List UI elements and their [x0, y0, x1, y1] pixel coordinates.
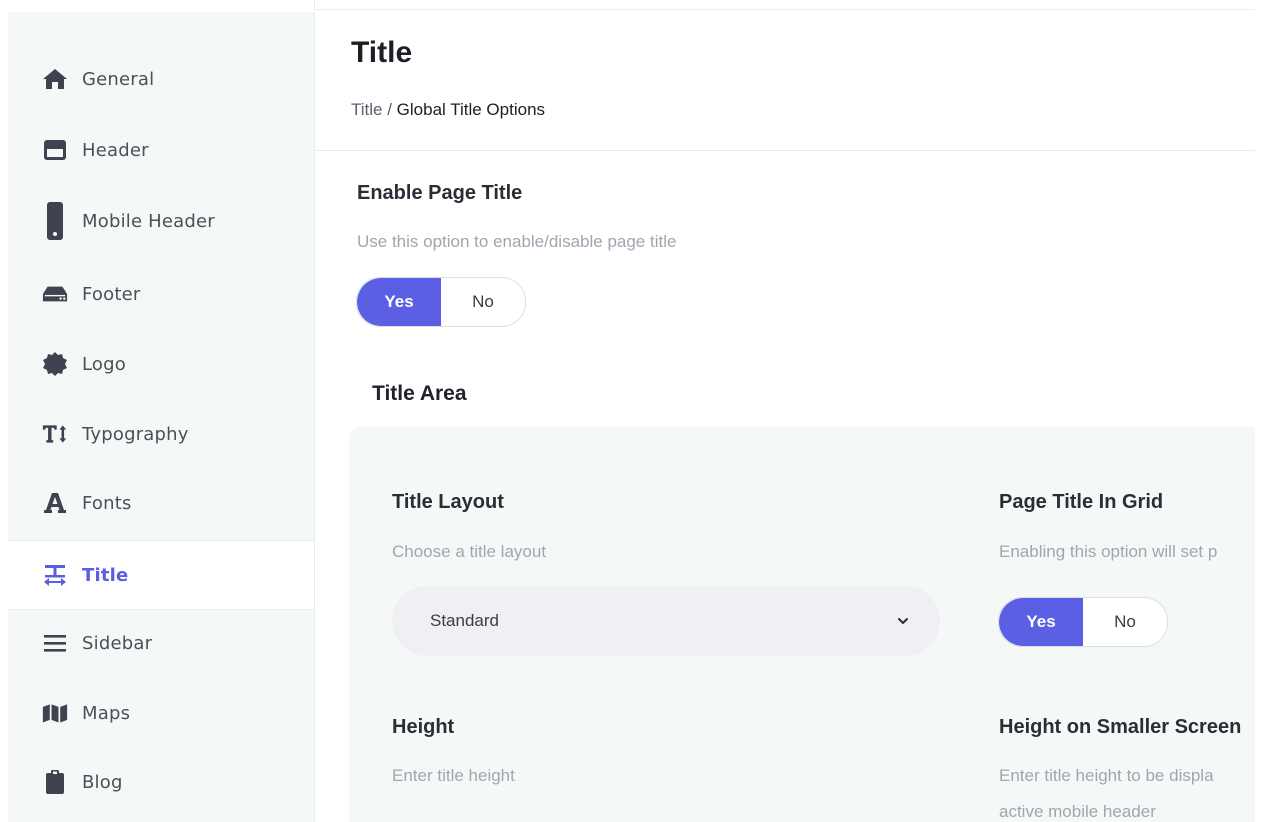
enable-page-title-heading: Enable Page Title — [357, 182, 523, 204]
sidebar-item-label: Blog — [82, 771, 123, 793]
sidebar-item-label: Fonts — [82, 492, 132, 514]
map-icon — [42, 700, 68, 726]
sidebar-item-label: Sidebar — [82, 632, 153, 654]
sidebar-item-blog[interactable]: Blog — [8, 748, 314, 816]
breadcrumb: Title / Global Title Options — [351, 100, 545, 120]
viewport-edge — [1255, 0, 1261, 822]
sidebar-item-label: Maps — [82, 702, 131, 724]
sidebar-item-label: Header — [82, 139, 149, 161]
height-heading: Height — [392, 716, 455, 738]
mobile-icon — [42, 202, 68, 240]
title-layout-description: Choose a title layout — [392, 542, 547, 561]
breadcrumb-parent[interactable]: Title — [351, 100, 383, 119]
breadcrumb-separator: / — [382, 100, 397, 119]
title-layout-heading: Title Layout — [392, 491, 504, 513]
bars-icon — [42, 630, 68, 656]
clipboard-icon — [42, 769, 68, 795]
toggle-yes-option[interactable]: Yes — [999, 598, 1083, 646]
page-title-in-grid-description: Enabling this option will set p — [999, 542, 1218, 561]
sidebar-item-label: Logo — [82, 353, 126, 375]
sidebar-item-label: General — [82, 68, 155, 90]
text-height-icon — [42, 421, 68, 447]
height-smaller-screen-description: Enter title height to be displa — [999, 766, 1214, 785]
title-align-icon — [42, 562, 68, 588]
page-title-in-grid-toggle[interactable]: Yes No — [998, 597, 1168, 647]
height-description: Enter title height — [392, 766, 515, 785]
sidebar-item-general[interactable]: General — [8, 45, 314, 113]
page-title: Title — [351, 36, 413, 69]
select-value: Standard — [430, 611, 499, 630]
header-icon — [42, 137, 68, 163]
sidebar-item-label: Title — [82, 564, 129, 586]
sidebar-item-fonts[interactable]: Fonts — [8, 469, 314, 537]
sidebar-item-typography[interactable]: Typography — [8, 400, 314, 468]
title-area-heading: Title Area — [372, 382, 467, 405]
title-layout-select[interactable]: Standard — [392, 586, 940, 656]
sidebar-item-label: Mobile Header — [82, 210, 215, 232]
height-smaller-screen-description-cont: active mobile header — [999, 802, 1156, 821]
sidebar-item-sidebar[interactable]: Sidebar — [8, 609, 314, 677]
font-icon — [42, 490, 68, 516]
toggle-yes-option[interactable]: Yes — [357, 278, 441, 326]
settings-sidebar: General Header Mobile Header Footer Logo… — [8, 12, 315, 822]
home-icon — [42, 66, 68, 92]
page-title-in-grid-heading: Page Title In Grid — [999, 491, 1164, 513]
chevron-down-icon — [894, 612, 912, 630]
breadcrumb-current: Global Title Options — [396, 100, 546, 119]
enable-page-title-description: Use this option to enable/disable page t… — [357, 232, 677, 251]
sidebar-item-maps[interactable]: Maps — [8, 679, 314, 747]
page-header — [315, 0, 1255, 151]
enable-page-title-toggle[interactable]: Yes No — [356, 277, 526, 327]
footer-icon — [42, 281, 68, 307]
toggle-no-option[interactable]: No — [441, 278, 525, 326]
sidebar-item-label: Footer — [82, 283, 141, 305]
height-smaller-screen-heading: Height on Smaller Screen — [999, 716, 1242, 738]
sidebar-item-logo[interactable]: Logo — [8, 330, 314, 398]
sidebar-item-header[interactable]: Header — [8, 116, 314, 184]
badge-icon — [42, 351, 68, 377]
toggle-no-option[interactable]: No — [1083, 598, 1167, 646]
sidebar-item-mobile-header[interactable]: Mobile Header — [8, 187, 314, 255]
sidebar-item-title[interactable]: Title — [8, 540, 314, 610]
sidebar-item-label: Typography — [82, 423, 189, 445]
sidebar-item-footer[interactable]: Footer — [8, 260, 314, 328]
